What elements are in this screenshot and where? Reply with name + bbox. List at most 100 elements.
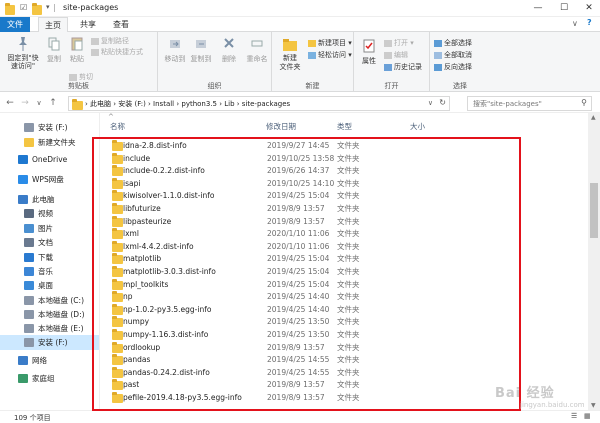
close-button[interactable]: ✕ [578, 0, 600, 16]
paste-shortcut-button[interactable]: 粘贴快捷方式 [91, 47, 143, 57]
tab-view[interactable]: 查看 [106, 17, 136, 32]
nav-item[interactable]: WPS网盘 [0, 172, 99, 187]
ribbon: 固定到"快 速访问" 复制 粘贴 复制路径 粘贴快捷方式 剪切 剪贴板 移动到 [0, 32, 600, 92]
history-button[interactable]: 历史记录 [384, 62, 422, 72]
search-icon[interactable]: ⚲ [581, 98, 587, 107]
copy-to-button[interactable]: 复制到 [190, 36, 212, 64]
nav-item[interactable]: 音乐 [0, 264, 99, 279]
help-icon[interactable]: ? [587, 18, 592, 27]
back-button[interactable]: ← [4, 96, 16, 110]
file-row[interactable]: libfuturize 2019/8/9 13:57 文件夹 [100, 203, 588, 215]
file-row[interactable]: mpl_toolkits 2019/4/25 15:04 文件夹 [100, 278, 588, 291]
nav-item[interactable]: OneDrive [0, 152, 99, 167]
breadcrumb[interactable]: › 此电脑 › 安装 (F:) › Install › python3.5 › … [85, 99, 290, 109]
pin-quick-access-button[interactable]: 固定到"快 速访问" [5, 36, 41, 70]
select-none-label: 全部取消 [444, 51, 472, 59]
file-row[interactable]: pandas 2019/4/25 14:55 文件夹 [100, 354, 588, 366]
copy-button[interactable]: 复制 [44, 36, 64, 64]
nav-item[interactable]: 视频 [0, 206, 99, 221]
minimize-button[interactable]: — [527, 0, 549, 16]
easy-access-button[interactable]: 轻松访问 ▾ [308, 50, 352, 60]
column-header-name[interactable]: 名称 [110, 121, 125, 132]
tab-home[interactable]: 主页 [38, 17, 68, 32]
move-to-button[interactable]: 移动到 [164, 36, 186, 64]
recent-locations-button[interactable]: ∨ [33, 96, 45, 110]
download-icon [24, 253, 34, 262]
tab-file[interactable]: 文件 [0, 17, 30, 32]
file-row[interactable]: lxml-4.4.2.dist-info 2020/1/10 11:06 文件夹 [100, 240, 588, 253]
file-name: matplotlib-3.0.3.dist-info [123, 267, 216, 276]
column-header-date[interactable]: 修改日期 [266, 121, 296, 132]
file-name: kiwisolver-1.1.0.dist-info [123, 191, 215, 201]
file-name: libpasteurize [123, 216, 172, 226]
file-row[interactable]: kiwisolver-1.1.0.dist-info 2019/4/25 15:0… [100, 190, 588, 202]
new-folder-button[interactable]: 新建 文件夹 [276, 38, 304, 72]
select-none-button[interactable]: 全部取消 [434, 50, 472, 60]
select-all-button[interactable]: 全部选择 [434, 38, 472, 48]
file-row[interactable]: libpasteurize 2019/8/9 13:57 文件夹 [100, 215, 588, 228]
nav-item[interactable]: 文档 [0, 235, 99, 250]
copy-path-button[interactable]: 复制路径 [91, 36, 129, 46]
file-row[interactable]: np-1.0.2-py3.5.egg-info 2019/4/25 14:40 文件… [100, 303, 588, 316]
tab-share[interactable]: 共享 [73, 17, 103, 32]
file-row[interactable]: lxml 2020/1/10 11:06 文件夹 [100, 228, 588, 240]
nav-item[interactable]: 网络 [0, 353, 99, 368]
search-input[interactable]: 搜索"site-packages" [473, 100, 542, 108]
nav-item[interactable]: 新建文件夹 [0, 135, 99, 150]
file-row[interactable]: numpy 2019/4/25 13:50 文件夹 [100, 316, 588, 328]
scroll-up-icon[interactable]: ▲ [591, 114, 596, 121]
file-row[interactable]: isapi 2019/10/25 14:10 文件夹 [100, 177, 588, 190]
rename-button[interactable]: 重命名 [244, 36, 270, 64]
forward-button[interactable]: → [19, 96, 31, 110]
details-view-icon[interactable]: ☰ [571, 412, 577, 420]
address-bar[interactable]: › 此电脑 › 安装 (F:) › Install › python3.5 › … [68, 96, 450, 111]
nav-item[interactable]: 本地磁盘 (C:) [0, 293, 99, 308]
column-header-size[interactable]: 大小 [410, 121, 425, 132]
scrollbar-thumb[interactable] [590, 183, 598, 238]
edit-label: 编辑 [394, 51, 408, 59]
ribbon-expand-icon[interactable]: ∨ [572, 19, 578, 28]
nav-item[interactable]: 家庭组 [0, 371, 99, 386]
file-row[interactable]: ordlookup 2019/8/9 13:57 文件夹 [100, 341, 588, 354]
nav-item[interactable]: 此电脑 [0, 192, 99, 207]
nav-item[interactable]: 图片 [0, 221, 99, 236]
delete-button[interactable]: 删除 [218, 36, 240, 64]
edit-button[interactable]: 编辑 [384, 50, 408, 60]
paste-button[interactable]: 粘贴 [67, 36, 87, 64]
nav-item[interactable]: 安装 (F:) [0, 120, 99, 135]
invert-selection-button[interactable]: 反向选择 [434, 62, 472, 72]
file-row[interactable]: matplotlib-3.0.3.dist-info 2019/4/25 15:0… [100, 266, 588, 278]
rename-icon [251, 40, 263, 47]
file-row[interactable]: np 2019/4/25 14:40 文件夹 [100, 291, 588, 303]
large-icons-view-icon[interactable]: ▦ [584, 412, 591, 420]
nav-item[interactable]: 本地磁盘 (E:) [0, 321, 99, 336]
new-item-button[interactable]: 新建项目 ▾ [308, 38, 352, 48]
nav-item-label: 音乐 [38, 267, 53, 276]
file-row[interactable]: idna-2.8.dist-info 2019/9/27 14:45 文件夹 [100, 140, 588, 152]
nav-item[interactable]: 本地磁盘 (D:) [0, 307, 99, 322]
nav-item[interactable]: 桌面 [0, 278, 99, 293]
file-row[interactable]: include 2019/10/25 13:58 文件夹 [100, 152, 588, 165]
file-row[interactable]: pandas-0.24.2.dist-info 2019/4/25 14:55 文件… [100, 366, 588, 379]
properties-quick-icon[interactable]: ☑ [20, 3, 30, 13]
file-row[interactable]: numpy-1.16.3.dist-info 2019/4/25 13:50 文件夹 [100, 329, 588, 341]
refresh-icon[interactable]: ↻ [439, 98, 446, 107]
delete-x-icon [224, 38, 234, 48]
column-header-type[interactable]: 类型 [337, 121, 352, 132]
open-button[interactable]: 打开 ▾ [384, 38, 414, 48]
move-to-label: 移动到 [164, 55, 186, 63]
properties-button[interactable]: 属性 [358, 38, 380, 66]
file-row[interactable]: include-0.2.2.dist-info 2019/6/26 14:37 文件… [100, 165, 588, 177]
nav-item[interactable]: 安装 (F:) [0, 335, 99, 350]
scroll-down-icon[interactable]: ▼ [591, 402, 596, 409]
nav-item[interactable]: 下载 [0, 250, 99, 265]
file-row[interactable]: matplotlib 2019/4/25 15:04 文件夹 [100, 253, 588, 265]
vertical-scrollbar[interactable]: ▲ ▼ [588, 113, 600, 410]
search-box[interactable]: 搜索"site-packages" ⚲ [467, 96, 592, 111]
up-button[interactable]: ↑ [47, 96, 59, 110]
maximize-button[interactable]: ☐ [553, 0, 575, 16]
address-dropdown-icon[interactable]: ∨ [428, 99, 433, 107]
new-folder-quick-icon[interactable] [32, 3, 42, 15]
file-name: lxml [123, 229, 139, 239]
copy-path-icon [91, 37, 99, 45]
